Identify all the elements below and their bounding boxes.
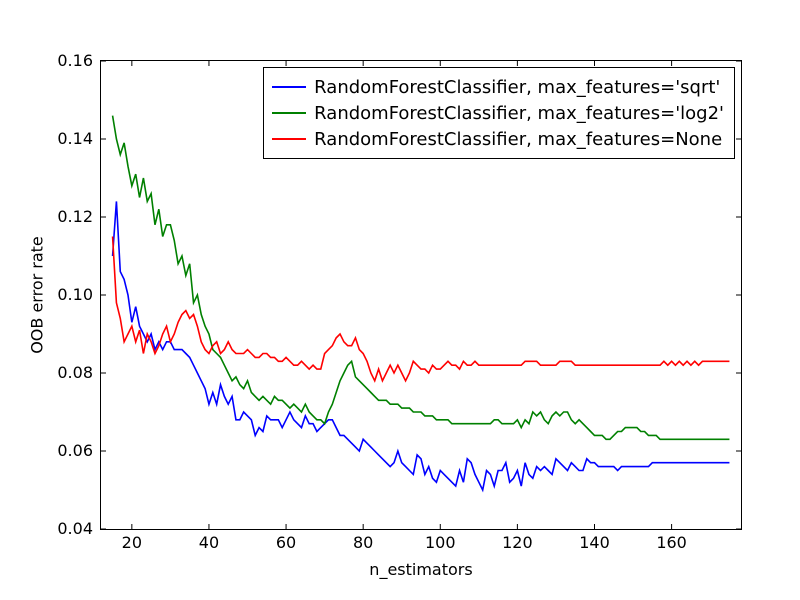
y-tick-label: 0.08 (57, 365, 93, 381)
y-tick-label: 0.10 (57, 287, 93, 303)
x-tick-label: 120 (502, 535, 533, 551)
legend-entry: RandomForestClassifier, max_features='sq… (272, 74, 724, 100)
y-tick-label: 0.16 (57, 53, 93, 69)
legend-entry: RandomForestClassifier, max_features=Non… (272, 126, 724, 152)
legend-swatch (272, 112, 306, 114)
x-tick-label: 60 (276, 535, 296, 551)
y-tick-label: 0.14 (57, 131, 93, 147)
y-tick-label: 0.12 (57, 209, 93, 225)
x-tick-label: 100 (425, 535, 456, 551)
y-tick-label: 0.06 (57, 443, 93, 459)
x-tick-label: 40 (199, 535, 219, 551)
legend-label: RandomForestClassifier, max_features=Non… (314, 129, 722, 150)
legend-label: RandomForestClassifier, max_features='sq… (314, 77, 720, 98)
x-tick-label: 20 (122, 535, 142, 551)
series-line-2 (113, 237, 730, 381)
figure: RandomForestClassifier, max_features='sq… (0, 0, 800, 600)
legend: RandomForestClassifier, max_features='sq… (263, 67, 735, 159)
legend-entry: RandomForestClassifier, max_features='lo… (272, 100, 724, 126)
x-tick-label: 160 (656, 535, 687, 551)
legend-label: RandomForestClassifier, max_features='lo… (314, 103, 724, 124)
x-axis-label: n_estimators (369, 560, 472, 579)
y-axis-label: OOB error rate (28, 236, 47, 354)
series-line-0 (113, 201, 730, 490)
x-tick-label: 80 (353, 535, 373, 551)
legend-swatch (272, 138, 306, 140)
x-tick-label: 140 (579, 535, 610, 551)
plot-axes: RandomForestClassifier, max_features='sq… (100, 60, 742, 530)
legend-swatch (272, 86, 306, 88)
y-tick-label: 0.04 (57, 521, 93, 537)
